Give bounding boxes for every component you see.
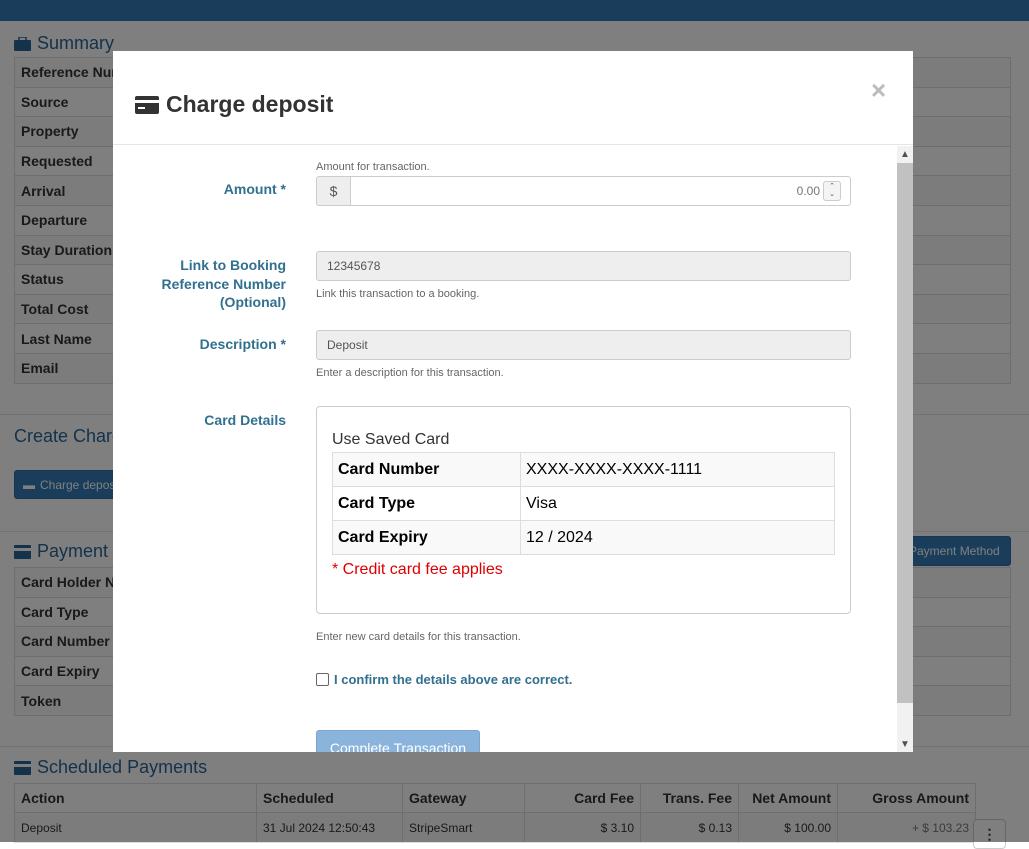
card-details-label: Card Details xyxy=(204,412,286,428)
number-spinner[interactable]: ⌃ ⌄ xyxy=(823,181,841,201)
card-expiry-label: Card Expiry xyxy=(332,520,521,555)
table-row: Card Type Visa xyxy=(332,486,835,521)
amount-input-group: $ ⌃ ⌄ xyxy=(316,176,851,206)
booking-help: Link this transaction to a booking. xyxy=(316,288,480,300)
modal-scrollbar[interactable]: ▲ ▼ xyxy=(897,146,913,752)
card-type-value: Visa xyxy=(520,486,835,521)
card-fee-note: * Credit card fee applies xyxy=(332,561,503,578)
modal-title: Charge deposit xyxy=(135,91,333,118)
booking-reference-input[interactable] xyxy=(316,251,851,281)
scroll-down-arrow-icon[interactable]: ▼ xyxy=(897,736,913,752)
booking-label: Link to Booking Reference Number (Option… xyxy=(162,256,287,312)
card-number-label: Card Number xyxy=(332,452,521,487)
chevron-down-icon[interactable]: ⌄ xyxy=(829,191,835,199)
amount-help: Amount for transaction. xyxy=(316,161,430,173)
saved-card-table: Card Number XXXX-XXXX-XXXX-1111 Card Typ… xyxy=(332,452,835,555)
booking-label-line: (Optional) xyxy=(219,294,286,310)
scroll-up-arrow-icon[interactable]: ▲ xyxy=(897,146,913,162)
card-help: Enter new card details for this transact… xyxy=(316,631,521,643)
card-type-label: Card Type xyxy=(332,486,521,521)
complete-transaction-button[interactable]: Complete Transaction xyxy=(316,730,480,752)
card-expiry-value: 12 / 2024 xyxy=(520,520,835,555)
description-help: Enter a description for this transaction… xyxy=(316,367,504,379)
currency-addon: $ xyxy=(316,176,350,206)
credit-card-icon xyxy=(135,95,159,114)
modal-body: Amount * $ ⌃ ⌄ Amount for transaction. L… xyxy=(113,146,897,752)
description-label: Description * xyxy=(199,336,286,352)
table-row: Card Expiry 12 / 2024 xyxy=(332,520,835,555)
amount-input[interactable] xyxy=(350,176,851,206)
modal-title-text: Charge deposit xyxy=(166,91,334,117)
modal-header: Charge deposit × xyxy=(113,51,913,145)
scrollbar-thumb[interactable] xyxy=(897,163,913,703)
confirm-checkbox[interactable] xyxy=(316,673,329,686)
card-number-value: XXXX-XXXX-XXXX-1111 xyxy=(520,452,835,487)
saved-card-heading: Use Saved Card xyxy=(332,431,450,448)
table-row: Card Number XXXX-XXXX-XXXX-1111 xyxy=(332,452,835,487)
booking-label-line: Link to Booking xyxy=(180,257,286,273)
booking-label-line: Reference Number xyxy=(161,275,287,292)
amount-label: Amount * xyxy=(223,181,286,197)
chevron-up-icon[interactable]: ⌃ xyxy=(829,183,835,191)
charge-deposit-modal: Charge deposit × Amount * $ ⌃ ⌄ Amount f… xyxy=(113,51,913,752)
description-input[interactable] xyxy=(316,330,851,360)
confirm-label[interactable]: I confirm the details above are correct. xyxy=(334,672,572,687)
saved-card-panel: Use Saved Card Card Number XXXX-XXXX-XXX… xyxy=(316,406,851,614)
confirm-row[interactable]: I confirm the details above are correct. xyxy=(316,672,572,687)
close-icon[interactable]: × xyxy=(871,77,886,103)
